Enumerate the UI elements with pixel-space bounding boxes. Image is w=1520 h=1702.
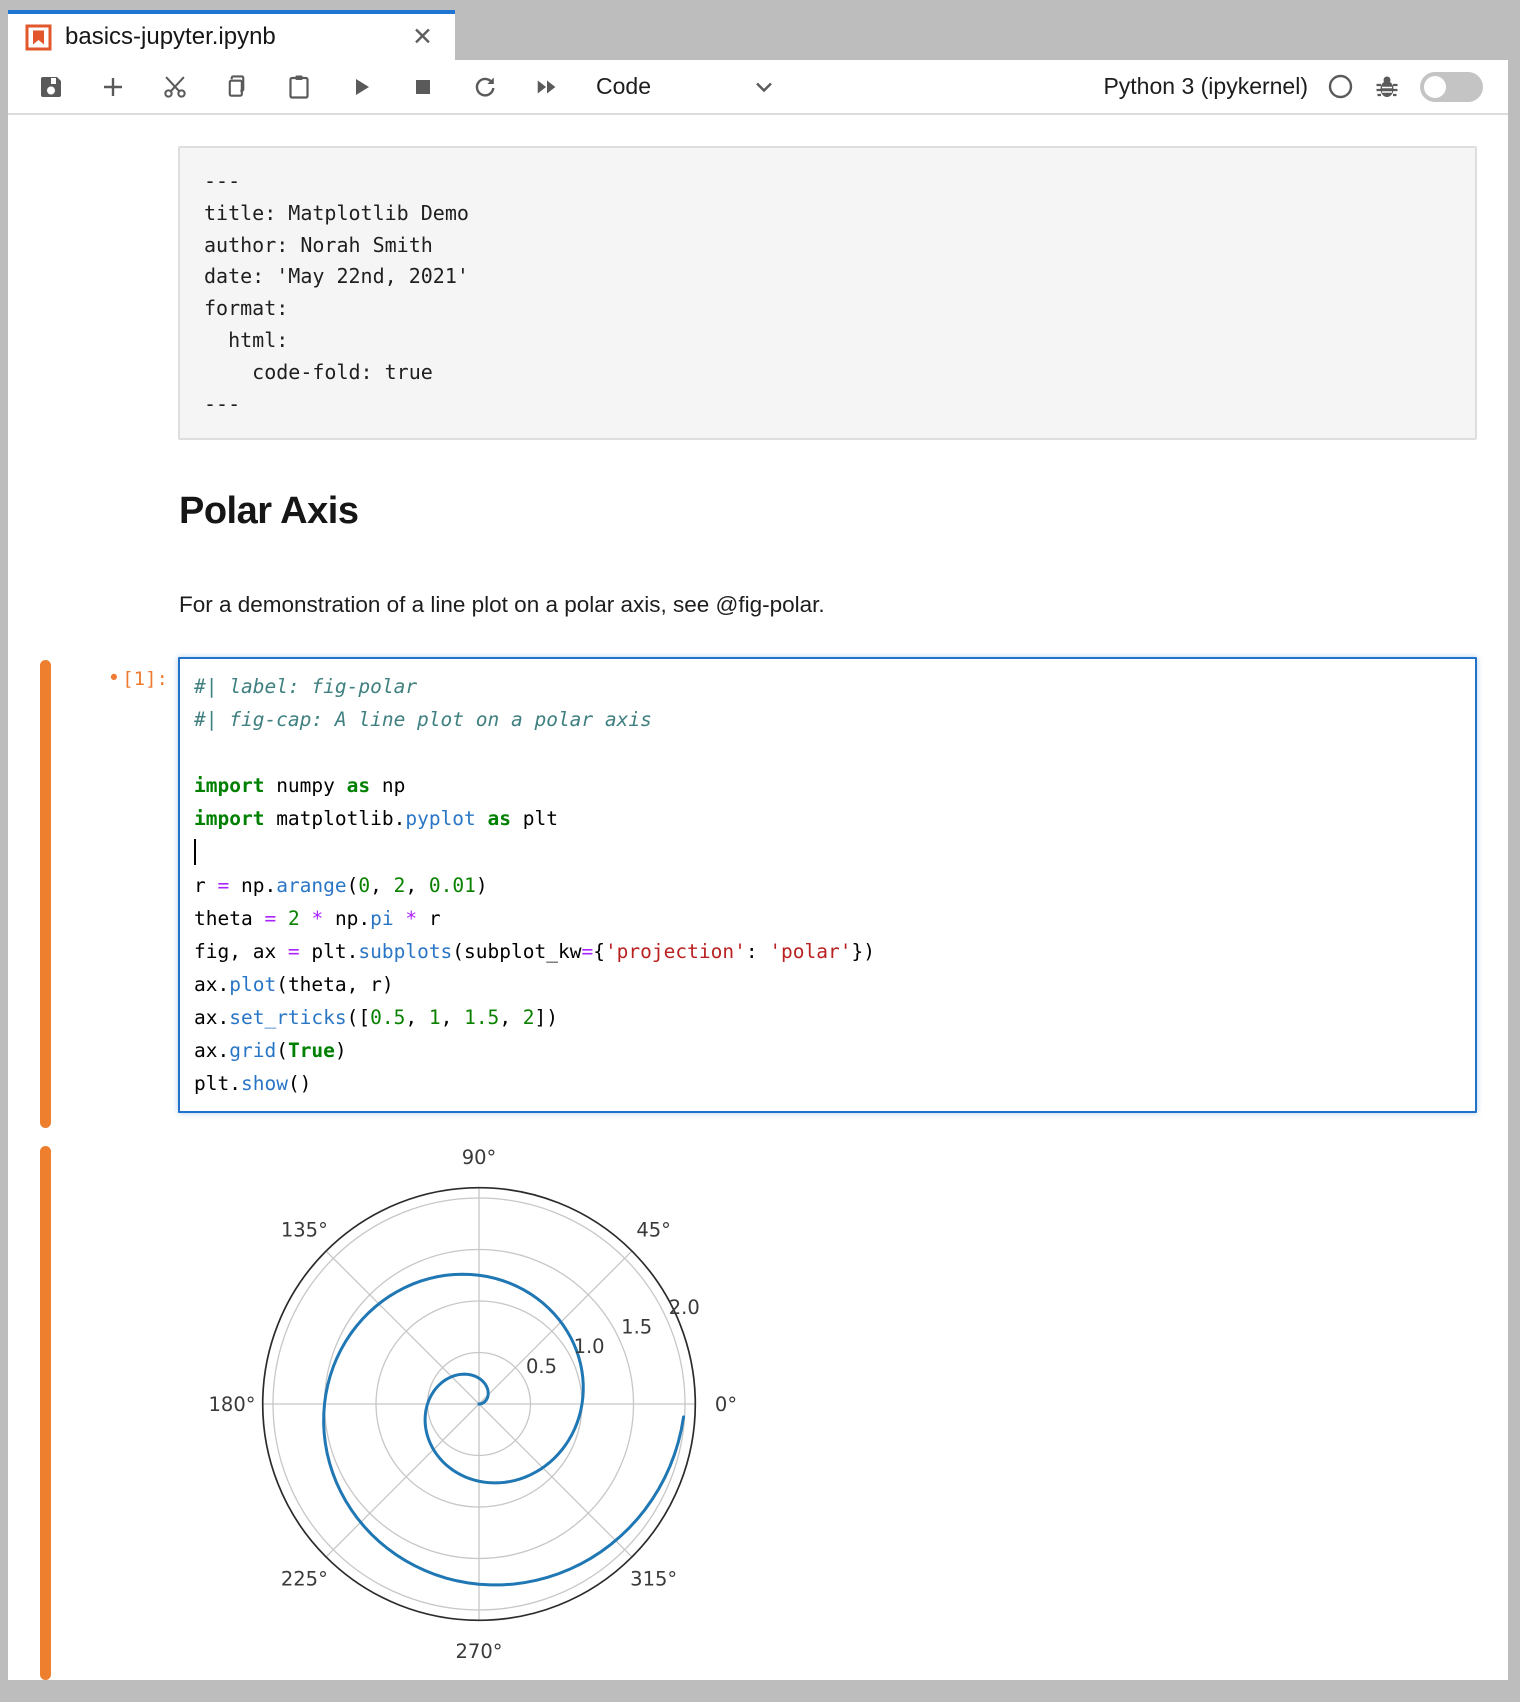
code-line: ax.set_rticks([0.5, 1, 1.5, 2]) (194, 1001, 1461, 1034)
code-line: ax.grid(True) (194, 1034, 1461, 1067)
code-cell-editor[interactable]: #| label: fig-polar#| fig-cap: A line pl… (178, 657, 1477, 1113)
play-icon (349, 75, 373, 99)
stop-icon (412, 76, 434, 98)
scissors-icon (162, 73, 188, 101)
run-cell-button[interactable] (348, 74, 374, 100)
add-cell-button[interactable] (100, 74, 126, 100)
code-line: fig, ax = plt.subplots(subplot_kw={'proj… (194, 935, 1461, 968)
simple-mode-toggle[interactable] (1420, 72, 1483, 102)
text-cursor (194, 839, 196, 865)
code-line: plt.show() (194, 1067, 1461, 1100)
r-tick-label: 1.0 (574, 1335, 605, 1358)
modified-dot: • (108, 666, 121, 690)
theta-tick-label: 45° (636, 1218, 671, 1241)
theta-tick-label: 90° (462, 1146, 497, 1169)
yaml-line: format: (204, 293, 1451, 325)
code-line: #| label: fig-polar (194, 670, 1461, 703)
yaml-line: title: Matplotlib Demo (204, 198, 1451, 230)
yaml-line: --- (204, 389, 1451, 421)
bug-icon[interactable] (1373, 73, 1401, 101)
markdown-paragraph: For a demonstration of a line plot on a … (179, 592, 825, 618)
plus-icon (100, 74, 126, 100)
theta-tick-label: 225° (281, 1568, 328, 1591)
code-line (194, 736, 1461, 769)
restart-run-all-button[interactable] (534, 74, 560, 100)
fast-forward-icon (534, 75, 560, 99)
kernel-name[interactable]: Python 3 (ipykernel) (1103, 73, 1308, 100)
restart-kernel-button[interactable] (472, 74, 498, 100)
theta-tick-label: 0° (715, 1393, 737, 1416)
copy-icon (224, 73, 250, 100)
code-line: #| fig-cap: A line plot on a polar axis (194, 703, 1461, 736)
notebook-toolbar: Code Python 3 (ipykernel) (8, 60, 1508, 115)
kernel-status-icon[interactable] (1327, 73, 1354, 100)
chevron-down-icon (754, 80, 774, 94)
cell-collapser-output[interactable] (40, 1146, 51, 1680)
code-line (194, 835, 1461, 868)
restart-icon (472, 74, 498, 100)
r-tick-label: 2.0 (669, 1296, 700, 1319)
markdown-heading: Polar Axis (179, 490, 358, 533)
theta-tick-label: 315° (630, 1568, 677, 1591)
code-line: import numpy as np (194, 769, 1461, 802)
prompt-number: [1]: (122, 668, 168, 690)
code-line: ax.plot(theta, r) (194, 968, 1461, 1001)
cell-type-value: Code (596, 73, 651, 100)
clipboard-icon (286, 73, 312, 100)
yaml-line: code-fold: true (204, 357, 1451, 389)
notebook-panel: ---title: Matplotlib Demoauthor: Norah S… (8, 115, 1508, 1680)
yaml-line: html: (204, 325, 1451, 357)
polar-plot-output: 0° 45° 90° 135° 180° 225° 270° 315° 0.5 1.0 1.5 2.0 (188, 1125, 768, 1680)
code-line: import matplotlib.pyplot as plt (194, 802, 1461, 835)
cell-type-dropdown[interactable]: Code (596, 73, 774, 100)
theta-tick-label: 270° (456, 1640, 503, 1663)
code-line: theta = 2 * np.pi * r (194, 902, 1461, 935)
save-icon (38, 74, 64, 100)
copy-cells-button[interactable] (224, 74, 250, 100)
tab-title: basics-jupyter.ipynb (65, 23, 412, 51)
stop-kernel-button[interactable] (410, 74, 436, 100)
theta-tick-label: 180° (209, 1393, 256, 1416)
code-line: r = np.arange(0, 2, 0.01) (194, 869, 1461, 902)
yaml-frontmatter-cell[interactable]: ---title: Matplotlib Demoauthor: Norah S… (178, 146, 1477, 440)
r-tick-label: 0.5 (526, 1355, 557, 1378)
execution-prompt: •[1]: (8, 666, 168, 690)
cut-cells-button[interactable] (162, 74, 188, 100)
tab-close-icon[interactable]: ✕ (412, 25, 433, 50)
jupyterlab-window: { "tab": { "title": "basics-jupyter.ipyn… (0, 0, 1520, 1702)
toggle-knob (1424, 76, 1446, 98)
yaml-line: --- (204, 166, 1451, 198)
cell-collapser-code[interactable] (40, 660, 51, 1128)
theta-tick-label: 135° (281, 1218, 328, 1241)
yaml-line: author: Norah Smith (204, 230, 1451, 262)
paste-cells-button[interactable] (286, 74, 312, 100)
notebook-tab[interactable]: basics-jupyter.ipynb ✕ (8, 10, 455, 60)
yaml-line: date: 'May 22nd, 2021' (204, 261, 1451, 293)
r-tick-label: 1.5 (621, 1316, 652, 1339)
save-button[interactable] (38, 74, 64, 100)
notebook-icon (25, 24, 52, 51)
